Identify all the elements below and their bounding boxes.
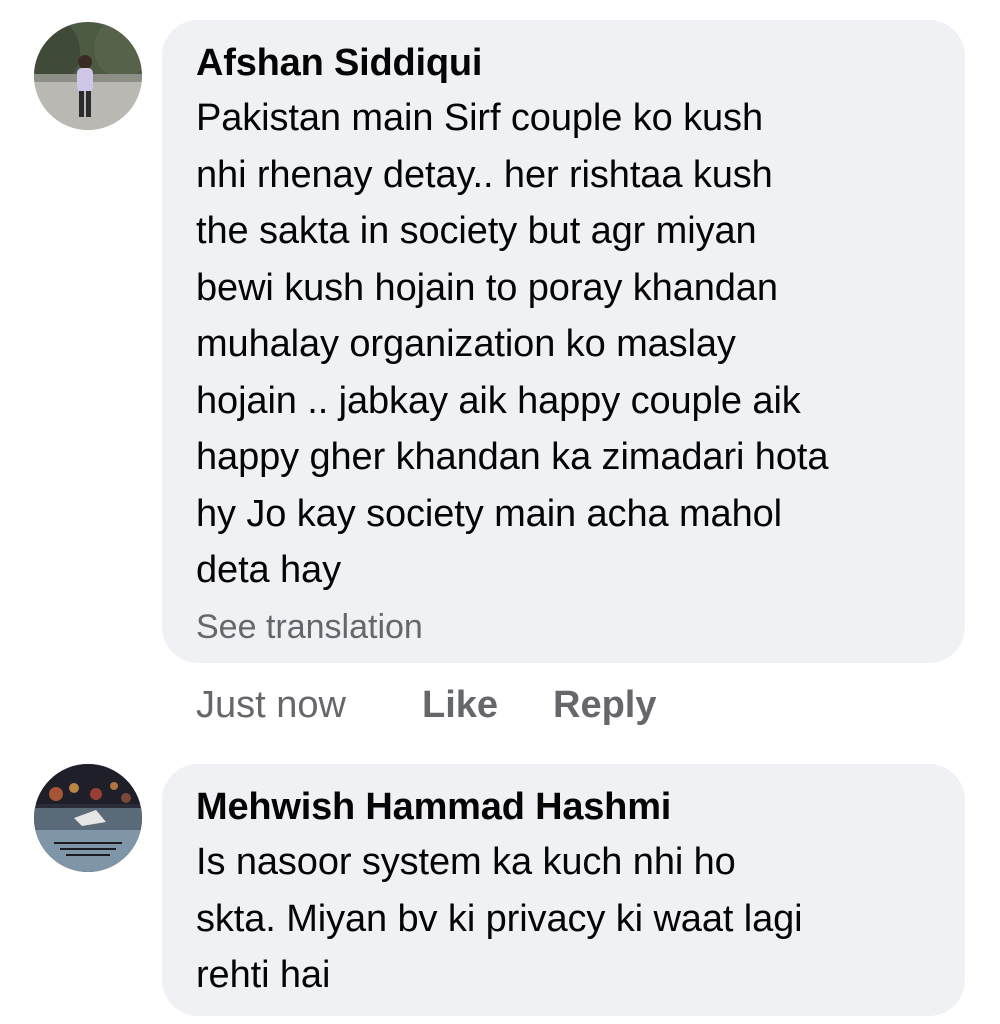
comment-bubble: Afshan Siddiqui Pakistan main Sirf coupl… (162, 20, 965, 663)
comment-text: Is nasoor system ka kuch nhi ho skta. Mi… (196, 834, 931, 1004)
user-photo-avatar-icon (34, 764, 142, 872)
comment-text-line: Is nasoor system ka kuch nhi ho (196, 841, 736, 883)
comment-timestamp[interactable]: Just now (196, 683, 346, 727)
comment-text-line: happy gher khandan ka zimadari hota (196, 436, 829, 478)
avatar[interactable] (34, 22, 142, 130)
comment-text-line: hojain .. jabkay aik happy couple aik (196, 379, 801, 422)
comment-text-line: muhalay organization ko maslay (196, 323, 736, 365)
comment-text-line: skta. Miyan bv ki privacy ki waat lagi (196, 897, 803, 940)
comment-text-line: bewi kush hojain to poray khandan (196, 266, 778, 309)
comment-bubble: Mehwish Hammad Hashmi Is nasoor system k… (162, 764, 965, 1016)
like-button[interactable]: Like (422, 683, 498, 727)
comment-text-line: the sakta in society but agr miyan (196, 210, 757, 252)
comment-text-line: rehti hai (196, 954, 331, 996)
user-photo-avatar-icon (34, 22, 142, 130)
comment-text: Pakistan main Sirf couple ko kush nhi rh… (196, 90, 931, 599)
comment-author[interactable]: Mehwish Hammad Hashmi (196, 784, 931, 830)
reply-button[interactable]: Reply (553, 683, 656, 727)
comment-text-line: hy Jo kay society main acha mahol (196, 492, 782, 535)
comment-text-line: deta hay (196, 549, 341, 591)
comment-text-line: nhi rhenay detay.. her rishtaa kush (196, 153, 773, 196)
comment-text-line: Pakistan main Sirf couple ko kush (196, 97, 763, 139)
see-translation-link[interactable]: See translation (196, 607, 931, 647)
avatar[interactable] (34, 764, 142, 872)
comment-author[interactable]: Afshan Siddiqui (196, 40, 931, 86)
